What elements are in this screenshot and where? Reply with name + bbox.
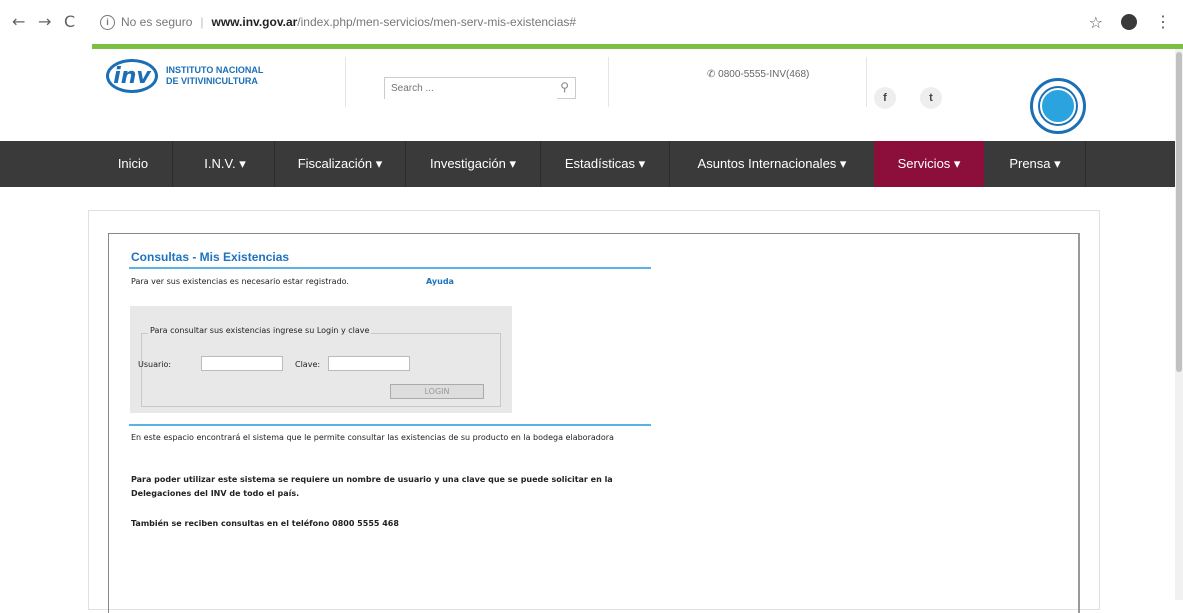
nav-item-prensa[interactable]: Prensa ▾ [985, 141, 1085, 187]
browser-toolbar: ← → C i No es seguro | www.inv.gov.ar /i… [0, 0, 1183, 44]
bookmark-star-icon[interactable]: ☆ [1089, 13, 1103, 32]
login-button[interactable]: LOGIN [390, 384, 484, 399]
inv-logo[interactable]: inv INSTITUTO NACIONAL DE VITIVINICULTUR… [106, 59, 263, 93]
help-link[interactable]: Ayuda [426, 277, 454, 286]
vino-argentino-seal[interactable] [1030, 78, 1086, 134]
site-header: inv INSTITUTO NACIONAL DE VITIVINICULTUR… [0, 49, 1183, 141]
search-icon[interactable]: ⚲ [560, 80, 569, 94]
page-title: Consultas - Mis Existencias [131, 250, 290, 264]
profile-avatar[interactable] [1121, 14, 1137, 30]
phone-text: 0800-5555-INV(468) [718, 69, 810, 80]
nav-item-fiscalizacion[interactable]: Fiscalización ▾ [275, 141, 405, 187]
phone-icon: ✆ [707, 69, 716, 80]
phone-number: ✆ 0800-5555-INV(468) [707, 69, 809, 80]
seal-emblem [1040, 88, 1076, 124]
nav-item-asuntos-internacionales[interactable]: Asuntos Internacionales ▾ [670, 141, 874, 187]
header-divider [608, 57, 609, 107]
search-input[interactable] [385, 78, 557, 99]
user-input[interactable] [201, 356, 283, 371]
nav-divider [1085, 141, 1086, 187]
address-separator: | [200, 15, 204, 29]
not-secure-label: No es seguro [121, 15, 193, 29]
info-paragraph-2: Para poder utilizar este sistema se requ… [131, 475, 613, 498]
header-divider [866, 57, 867, 107]
forward-arrow-icon[interactable]: → [38, 12, 51, 31]
nav-item-inicio[interactable]: Inicio [104, 141, 162, 187]
inv-logo-badge: inv [106, 59, 158, 93]
search-box[interactable]: ⚲ [384, 77, 576, 99]
info-icon[interactable]: i [100, 14, 115, 30]
title-underline [129, 267, 651, 269]
info-paragraph-3: También se reciben consultas en el teléf… [131, 519, 399, 528]
nav-item-inv[interactable]: I.N.V. ▾ [176, 141, 274, 187]
nav-item-estadisticas[interactable]: Estadísticas ▾ [541, 141, 669, 187]
address-bar[interactable]: i No es seguro | www.inv.gov.ar /index.p… [100, 10, 1180, 34]
user-label: Usuario: [138, 360, 172, 369]
url-host: www.inv.gov.ar [211, 15, 298, 29]
logo-line-1: INSTITUTO NACIONAL [166, 65, 264, 75]
main-navigation: Inicio I.N.V. ▾ Fiscalización ▾ Investig… [0, 141, 1183, 187]
back-arrow-icon[interactable]: ← [12, 12, 25, 31]
nav-item-investigacion[interactable]: Investigación ▾ [406, 141, 540, 187]
twitter-icon[interactable]: t [920, 87, 942, 109]
scrollbar-thumb[interactable] [1176, 52, 1182, 372]
header-divider [345, 57, 346, 107]
password-label: Clave: [295, 360, 321, 369]
embedded-frame [108, 233, 1080, 613]
nav-divider [172, 141, 173, 187]
info-paragraph-1: En este espacio encontrará el sistema qu… [131, 433, 614, 442]
nav-item-servicios[interactable]: Servicios ▾ [874, 141, 984, 187]
url-path: /index.php/men-servicios/men-serv-mis-ex… [297, 15, 577, 29]
reload-icon[interactable]: C [64, 12, 75, 31]
menu-kebab-icon[interactable]: ⋮ [1155, 12, 1171, 32]
facebook-icon[interactable]: f [874, 87, 896, 109]
logo-line-2: DE VITIVINICULTURA [166, 76, 258, 86]
password-input[interactable] [328, 356, 410, 371]
intro-text: Para ver sus existencias es necesario es… [131, 277, 349, 286]
login-legend: Para consultar sus existencias ingrese s… [148, 326, 372, 335]
section-separator [129, 424, 651, 426]
